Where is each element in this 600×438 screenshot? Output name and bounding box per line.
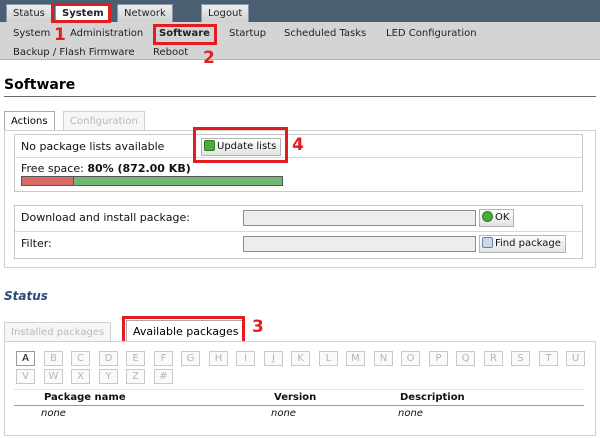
letter-filter-t[interactable]: T <box>539 351 558 366</box>
letter-filter-w[interactable]: W <box>44 369 63 384</box>
letter-filter-g[interactable]: G <box>181 351 200 366</box>
filter-label: Filter: <box>21 237 52 250</box>
tab-actions[interactable]: Actions <box>4 111 55 131</box>
refresh-icon <box>204 140 215 151</box>
subnav-software[interactable]: Software <box>159 28 210 39</box>
subnav-reboot[interactable]: Reboot <box>153 47 188 58</box>
letter-filter-x[interactable]: X <box>71 369 90 384</box>
subnav-scheduled-tasks[interactable]: Scheduled Tasks <box>284 28 366 39</box>
table-header-border <box>14 405 584 406</box>
letter-filter-v[interactable]: V <box>16 369 35 384</box>
row-separator <box>15 231 582 232</box>
free-space-row: Free space: 80% (872.00 KB) <box>21 162 191 175</box>
letter-filter-l[interactable]: L <box>319 351 338 366</box>
tab-logout[interactable]: Logout <box>201 4 250 22</box>
letter-filter-k[interactable]: K <box>291 351 310 366</box>
row-separator <box>15 157 582 158</box>
subnav-led-configuration[interactable]: LED Configuration <box>386 28 477 39</box>
free-space-label: Free space: <box>21 162 84 175</box>
tab-configuration[interactable]: Configuration <box>63 111 145 131</box>
subnav-administration[interactable]: Administration <box>70 28 143 39</box>
letter-filter-s[interactable]: S <box>511 351 530 366</box>
subnav-startup[interactable]: Startup <box>229 28 266 39</box>
letter-filter-i[interactable]: I <box>236 351 255 366</box>
download-package-input[interactable] <box>243 210 476 226</box>
subnav-system[interactable]: System <box>13 28 50 39</box>
letter-filter-z[interactable]: Z <box>126 369 145 384</box>
letter-filter-e[interactable]: E <box>126 351 145 366</box>
letter-filter-hash[interactable]: # <box>154 369 173 384</box>
letter-filter-d[interactable]: D <box>99 351 118 366</box>
title-divider <box>4 96 596 97</box>
letter-filter-o[interactable]: O <box>401 351 420 366</box>
download-install-label: Download and install package: <box>21 211 190 224</box>
letter-filter-j[interactable]: J <box>264 351 283 366</box>
free-space-value: 80% (872.00 KB) <box>87 162 191 175</box>
filter-input[interactable] <box>243 236 476 252</box>
letter-filter-m[interactable]: M <box>346 351 365 366</box>
used-space-fill <box>22 177 74 185</box>
annotation-number-2: 2 <box>203 48 215 68</box>
column-version: Version <box>274 392 317 403</box>
letter-filter-n[interactable]: N <box>374 351 393 366</box>
status-heading: Status <box>4 289 48 303</box>
table-top-border <box>14 389 584 390</box>
letter-filter-h[interactable]: H <box>209 351 228 366</box>
letter-filter-y[interactable]: Y <box>99 369 118 384</box>
free-space-bar <box>21 176 283 186</box>
find-package-button[interactable]: Find package <box>479 235 566 253</box>
tab-status[interactable]: Status <box>6 4 52 22</box>
ok-label: OK <box>495 212 510 223</box>
tab-system[interactable]: System <box>55 4 111 22</box>
page-title: Software <box>4 77 76 93</box>
find-package-label: Find package <box>495 238 561 249</box>
letter-filter-q[interactable]: Q <box>456 351 475 366</box>
cell-package-name: none <box>41 408 66 419</box>
no-package-lists-text: No package lists available <box>21 140 165 153</box>
sub-nav-bar: System Administration Software Startup S… <box>0 22 600 60</box>
column-description: Description <box>400 392 465 403</box>
letter-filter-a[interactable]: A <box>16 351 35 366</box>
tab-available-packages[interactable]: Available packages <box>126 320 246 342</box>
column-package-name: Package name <box>44 392 126 403</box>
cell-description: none <box>398 408 423 419</box>
top-nav-bar: Status System Network Logout <box>0 0 600 22</box>
letter-filter-u[interactable]: U <box>566 351 585 366</box>
tab-network[interactable]: Network <box>117 4 173 22</box>
subnav-backup-flash-firmware[interactable]: Backup / Flash Firmware <box>13 47 135 58</box>
tab-installed-packages[interactable]: Installed packages <box>4 322 112 342</box>
letter-filter-p[interactable]: P <box>429 351 448 366</box>
search-icon <box>482 237 493 248</box>
letter-filter-r[interactable]: R <box>484 351 503 366</box>
cell-version: none <box>271 408 296 419</box>
annotation-number-1: 1 <box>54 25 66 45</box>
ok-button[interactable]: OK <box>479 209 515 227</box>
annotation-number-4: 4 <box>292 135 304 155</box>
letter-filter-b[interactable]: B <box>44 351 63 366</box>
letter-filter-c[interactable]: C <box>71 351 90 366</box>
free-space-fill <box>74 177 282 185</box>
annotation-number-3: 3 <box>252 317 264 337</box>
update-lists-label: Update lists <box>217 141 277 152</box>
check-icon <box>482 211 493 222</box>
update-lists-button[interactable]: Update lists <box>201 138 282 156</box>
letter-filter-f[interactable]: F <box>154 351 173 366</box>
